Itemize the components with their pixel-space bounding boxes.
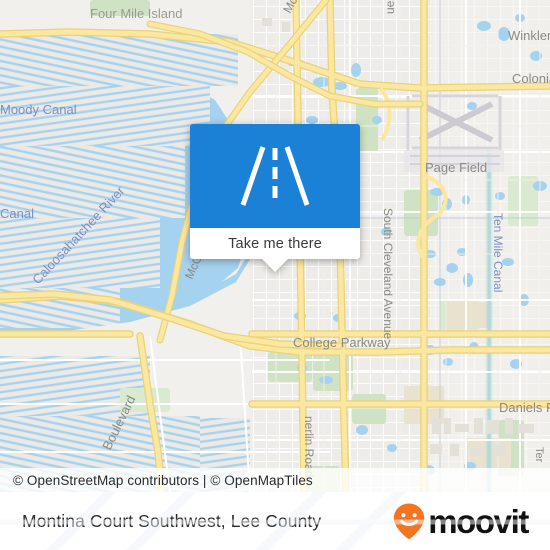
moovit-logo[interactable]: moovit — [392, 502, 529, 540]
take-me-there-popup[interactable]: Take me there — [190, 124, 360, 272]
moovit-wordmark: moovit — [428, 502, 529, 540]
attribution-text: © OpenStreetMap contributors | © OpenMap… — [13, 472, 313, 488]
map-label-place: Four Mile Island — [90, 6, 182, 21]
moovit-pin-icon — [394, 503, 425, 540]
road-perspective-icon — [240, 146, 310, 206]
moovit-map-page: Four Mile Island Moody Canal Canal Caloosah… — [0, 0, 550, 550]
map-label-road: South Cleveland Avenue — [381, 208, 395, 340]
footer-bar: Montina Court Southwest, Lee County moov… — [0, 492, 550, 550]
popup-pointer-tail — [262, 259, 288, 272]
take-me-there-label: Take me there — [228, 235, 322, 252]
map-label-water: Canal — [0, 206, 34, 221]
map-label-road: Daniels Pa — [499, 400, 550, 415]
map-label-road: Winkler — [508, 28, 550, 43]
map-attribution[interactable]: © OpenStreetMap contributors | © OpenMap… — [0, 468, 550, 492]
place-title: Montina Court Southwest, Lee County — [22, 510, 322, 531]
map-label-road: Colonial — [512, 71, 550, 86]
map-label-road: ue — [383, 0, 397, 14]
map-label-place: Page Field — [425, 160, 487, 175]
map-label-road: Ter — [533, 447, 545, 463]
map-viewport[interactable]: Four Mile Island Moody Canal Canal Caloosah… — [0, 0, 550, 492]
map-label-water: Ten Mile Canal — [491, 213, 505, 292]
popup-action-bar[interactable]: Take me there — [190, 228, 360, 272]
map-label-water: Moody Canal — [0, 102, 77, 117]
map-label-road: College Parkway — [293, 335, 391, 350]
popup-icon-panel — [190, 124, 360, 228]
